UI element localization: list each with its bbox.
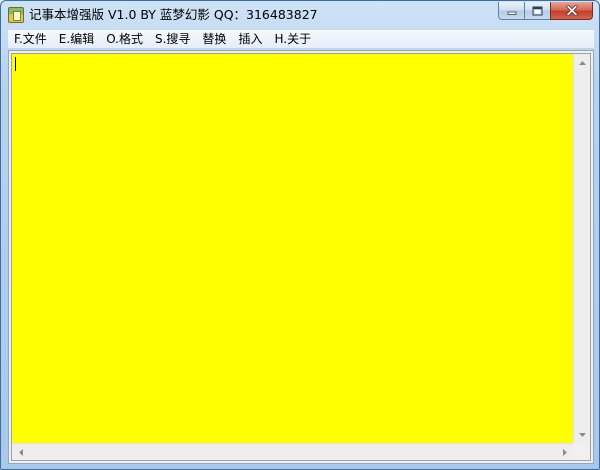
title-bar[interactable]: 记事本增强版 V1.0 BY 蓝梦幻影 QQ：316483827 bbox=[1, 1, 599, 29]
minimize-button[interactable] bbox=[498, 2, 524, 20]
scroll-left-button[interactable] bbox=[12, 444, 29, 461]
app-window: 记事本增强版 V1.0 BY 蓝梦幻影 QQ：316483827 F.文件 E.… bbox=[0, 0, 600, 470]
text-caret bbox=[15, 57, 16, 71]
scroll-up-arrow-icon bbox=[579, 60, 586, 65]
close-button[interactable] bbox=[550, 2, 593, 20]
menu-format[interactable]: O.格式 bbox=[100, 30, 149, 49]
vertical-scrollbar[interactable] bbox=[573, 54, 590, 443]
menu-replace[interactable]: 替换 bbox=[196, 30, 232, 49]
scroll-up-button[interactable] bbox=[574, 54, 591, 71]
maximize-icon bbox=[532, 6, 543, 15]
maximize-button[interactable] bbox=[524, 2, 550, 20]
scroll-right-arrow-icon bbox=[562, 449, 567, 456]
notepad-app-icon[interactable] bbox=[8, 7, 24, 23]
scroll-down-arrow-icon bbox=[579, 432, 586, 437]
minimize-icon bbox=[507, 11, 516, 15]
menu-search[interactable]: S.搜寻 bbox=[149, 30, 196, 49]
caption-buttons bbox=[498, 2, 593, 20]
scroll-left-arrow-icon bbox=[18, 449, 23, 456]
menu-about[interactable]: H.关于 bbox=[268, 30, 317, 49]
window-title: 记事本增强版 V1.0 BY 蓝梦幻影 QQ：316483827 bbox=[29, 7, 318, 22]
editor-frame bbox=[11, 53, 591, 461]
horizontal-scrollbar[interactable] bbox=[12, 443, 573, 460]
menu-insert[interactable]: 插入 bbox=[232, 30, 268, 49]
close-icon bbox=[565, 5, 578, 16]
menu-edit[interactable]: E.编辑 bbox=[53, 30, 100, 49]
menu-bar: F.文件 E.编辑 O.格式 S.搜寻 替换 插入 H.关于 bbox=[8, 30, 594, 49]
scroll-right-button[interactable] bbox=[556, 444, 573, 461]
scrollbar-corner bbox=[573, 443, 590, 460]
menu-file[interactable]: F.文件 bbox=[8, 30, 53, 49]
scroll-down-button[interactable] bbox=[574, 426, 591, 443]
client-area bbox=[8, 50, 594, 464]
text-editor[interactable] bbox=[12, 54, 573, 443]
